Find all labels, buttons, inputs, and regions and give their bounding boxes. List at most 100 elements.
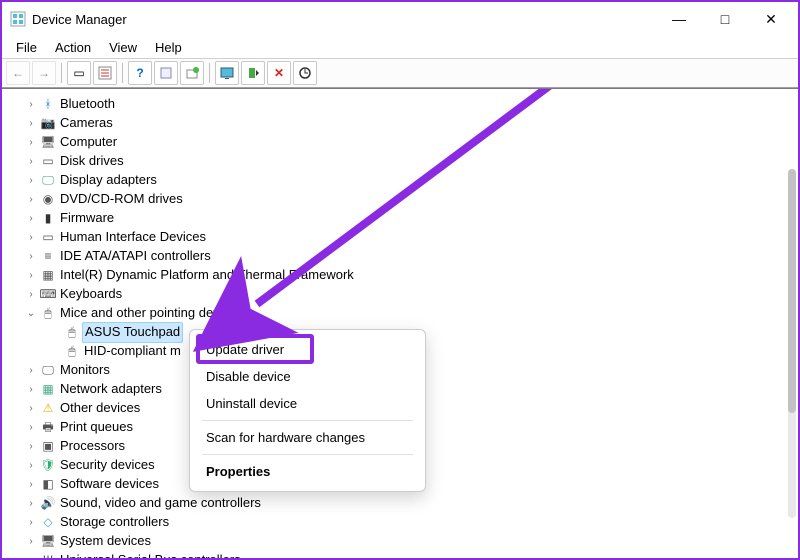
ctx-update-driver[interactable]: Update driver — [196, 336, 419, 363]
device-icon: 🔊 — [39, 496, 57, 512]
enable-button[interactable] — [241, 61, 265, 85]
expander-icon[interactable]: › — [24, 98, 38, 112]
expander-icon[interactable]: › — [24, 440, 38, 454]
tree-label: Display adapters — [60, 171, 157, 189]
tree-label: Sound, video and game controllers — [60, 494, 261, 512]
device-icon: 🖱 — [39, 306, 57, 322]
minimize-button[interactable]: — — [656, 4, 702, 34]
expander-icon[interactable]: › — [24, 117, 38, 131]
tree-node[interactable]: ›▭Human Interface Devices — [14, 228, 796, 247]
expander-icon[interactable]: › — [24, 535, 38, 549]
tree-label: Monitors — [60, 361, 110, 379]
scan-monitor-button[interactable] — [215, 61, 239, 85]
menu-help[interactable]: Help — [147, 38, 190, 57]
tree-label: Keyboards — [60, 285, 122, 303]
expander-icon[interactable]: › — [24, 383, 38, 397]
tree-node[interactable]: ›ΨUniversal Serial Bus controllers — [14, 551, 796, 558]
expander-icon[interactable]: › — [24, 174, 38, 188]
window-title: Device Manager — [32, 12, 656, 27]
tree-node[interactable]: ›▦Intel(R) Dynamic Platform and Thermal … — [14, 266, 796, 285]
tree-node[interactable]: ›🖵Display adapters — [14, 171, 796, 190]
expander-icon[interactable]: › — [24, 288, 38, 302]
expander-icon[interactable]: › — [24, 269, 38, 283]
context-menu: Update driver Disable device Uninstall d… — [189, 329, 426, 492]
menubar: File Action View Help — [2, 36, 798, 58]
forward-button[interactable]: → — [32, 61, 56, 85]
expander-icon[interactable]: › — [24, 421, 38, 435]
ctx-uninstall-device[interactable]: Uninstall device — [196, 390, 419, 417]
tree-label: Universal Serial Bus controllers — [60, 551, 241, 558]
tree-label: Processors — [60, 437, 125, 455]
tree-node[interactable]: ›≡IDE ATA/ATAPI controllers — [14, 247, 796, 266]
tree-node[interactable]: ›🔊Sound, video and game controllers — [14, 494, 796, 513]
expander-icon[interactable]: › — [24, 136, 38, 150]
device-icon: ▦ — [39, 268, 57, 284]
device-icon: 🖵 — [39, 363, 57, 379]
expander-icon[interactable]: › — [24, 554, 38, 559]
uninstall-button[interactable]: ✕ — [267, 61, 291, 85]
toolbar-separator — [122, 63, 123, 83]
tree-label: Human Interface Devices — [60, 228, 206, 246]
tree-label: Disk drives — [60, 152, 124, 170]
device-icon: ◉ — [39, 192, 57, 208]
tree-node[interactable]: ›🖥System devices — [14, 532, 796, 551]
tree-node[interactable]: ›▭Disk drives — [14, 152, 796, 171]
expander-icon[interactable]: › — [24, 155, 38, 169]
ctx-scan-hardware[interactable]: Scan for hardware changes — [196, 424, 419, 451]
device-icon: ◧ — [39, 477, 57, 493]
tree-node[interactable]: ›ᚼBluetooth — [14, 95, 796, 114]
props-button[interactable] — [154, 61, 178, 85]
tree-label: Software devices — [60, 475, 159, 493]
expander-icon[interactable]: › — [24, 402, 38, 416]
scrollbar-thumb[interactable] — [788, 169, 796, 413]
scan-changes-button[interactable] — [293, 61, 317, 85]
tree-node[interactable]: ›▮Firmware — [14, 209, 796, 228]
expander-icon[interactable]: › — [24, 364, 38, 378]
expander-icon[interactable]: › — [24, 478, 38, 492]
titlebar: Device Manager — □ ✕ — [2, 2, 798, 36]
tree-label: System devices — [60, 532, 151, 550]
expander-icon[interactable]: › — [24, 459, 38, 473]
tree-label: Cameras — [60, 114, 113, 132]
expander-icon[interactable]: › — [24, 193, 38, 207]
toolbar-separator — [61, 63, 62, 83]
tree-label: IDE ATA/ATAPI controllers — [60, 247, 211, 265]
device-icon: ▭ — [39, 154, 57, 170]
show-hidden-button[interactable]: ▭ — [67, 61, 91, 85]
tree-node[interactable]: ⌄🖱Mice and other pointing devices — [14, 304, 796, 323]
back-button[interactable]: ← — [6, 61, 30, 85]
menu-view[interactable]: View — [101, 38, 145, 57]
device-icon: 🖱 — [63, 344, 81, 360]
tree-node[interactable]: ›🖥Computer — [14, 133, 796, 152]
tree-node[interactable]: ›◇Storage controllers — [14, 513, 796, 532]
tree-label: Print queues — [60, 418, 133, 436]
device-icon: ⌨ — [39, 287, 57, 303]
device-icon: ᚼ — [39, 97, 57, 113]
expander-icon[interactable]: › — [24, 250, 38, 264]
device-icon: ▭ — [39, 230, 57, 246]
device-icon: 📷 — [39, 116, 57, 132]
ctx-disable-device[interactable]: Disable device — [196, 363, 419, 390]
vertical-scrollbar[interactable] — [788, 169, 796, 518]
expander-icon[interactable]: › — [24, 212, 38, 226]
ctx-properties[interactable]: Properties — [196, 458, 419, 485]
tree-node[interactable]: ›📷Cameras — [14, 114, 796, 133]
tree-node[interactable]: ›◉DVD/CD-ROM drives — [14, 190, 796, 209]
expander-icon[interactable]: › — [24, 231, 38, 245]
properties-button[interactable] — [93, 61, 117, 85]
tree-label: Computer — [60, 133, 117, 151]
update-button[interactable] — [180, 61, 204, 85]
close-button[interactable]: ✕ — [748, 4, 794, 34]
expander-icon[interactable]: › — [24, 516, 38, 530]
maximize-button[interactable]: □ — [702, 4, 748, 34]
device-manager-window: Device Manager — □ ✕ File Action View He… — [0, 0, 800, 560]
tree-label: HID-compliant m — [84, 342, 181, 360]
device-icon: ▦ — [39, 382, 57, 398]
menu-file[interactable]: File — [8, 38, 45, 57]
help-button[interactable]: ? — [128, 61, 152, 85]
menu-action[interactable]: Action — [47, 38, 99, 57]
expander-icon[interactable]: › — [24, 497, 38, 511]
ctx-separator — [202, 420, 413, 421]
tree-node[interactable]: ›⌨Keyboards — [14, 285, 796, 304]
expander-icon[interactable]: ⌄ — [24, 307, 38, 321]
